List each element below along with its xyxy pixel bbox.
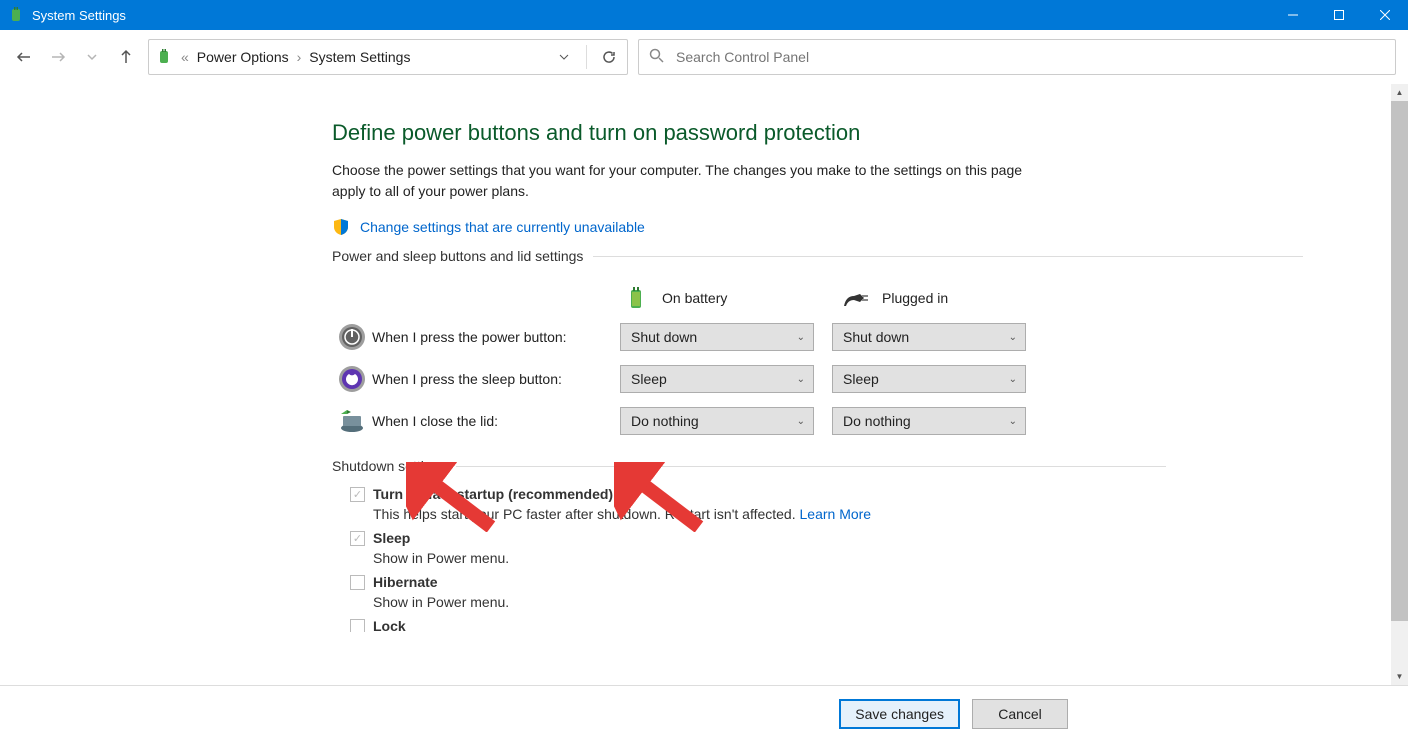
power-button-battery-select[interactable]: Shut down ⌄ bbox=[620, 323, 814, 351]
sleep-sub: Show in Power menu. bbox=[373, 550, 1384, 566]
chevron-right-icon: › bbox=[297, 49, 302, 65]
chevron-down-icon: ⌄ bbox=[1009, 416, 1017, 427]
page-title: Define power buttons and turn on passwor… bbox=[332, 120, 1384, 146]
close-button[interactable] bbox=[1362, 0, 1408, 30]
address-dropdown-icon[interactable] bbox=[552, 45, 576, 69]
vertical-scrollbar[interactable]: ▲ ▼ bbox=[1391, 84, 1408, 685]
change-settings-link[interactable]: Change settings that are currently unava… bbox=[360, 219, 645, 235]
shutdown-section-label: Shutdown settings bbox=[332, 458, 446, 474]
page-description: Choose the power settings that you want … bbox=[332, 160, 1032, 202]
hibernate-sub: Show in Power menu. bbox=[373, 594, 1384, 610]
on-battery-header: On battery bbox=[662, 290, 727, 306]
forward-button[interactable] bbox=[46, 45, 70, 69]
lid-icon bbox=[337, 406, 367, 436]
window-title: System Settings bbox=[32, 8, 126, 23]
plugged-header-icon bbox=[842, 286, 870, 310]
lid-label: When I close the lid: bbox=[372, 413, 620, 429]
lid-plugged-select[interactable]: Do nothing ⌄ bbox=[832, 407, 1026, 435]
sleep-item: ✓ Sleep Show in Power menu. bbox=[350, 530, 1384, 566]
maximize-button[interactable] bbox=[1316, 0, 1362, 30]
nav-toolbar: « Power Options › System Settings bbox=[0, 30, 1408, 84]
address-bar[interactable]: « Power Options › System Settings bbox=[148, 39, 628, 75]
lid-row: When I close the lid: Do nothing ⌄ Do no… bbox=[332, 406, 1384, 436]
sleep-checkbox[interactable]: ✓ bbox=[350, 531, 365, 546]
sleep-button-label: When I press the sleep button: bbox=[372, 371, 620, 387]
lock-label: Lock bbox=[373, 618, 406, 632]
power-section-label: Power and sleep buttons and lid settings bbox=[332, 248, 583, 264]
lock-checkbox[interactable] bbox=[350, 619, 365, 633]
chevron-down-icon: ⌄ bbox=[797, 374, 805, 385]
hibernate-label: Hibernate bbox=[373, 574, 438, 590]
scroll-thumb[interactable] bbox=[1391, 101, 1408, 621]
hibernate-checkbox[interactable] bbox=[350, 575, 365, 590]
search-icon bbox=[649, 48, 664, 66]
back-button[interactable] bbox=[12, 45, 36, 69]
battery-icon bbox=[155, 48, 173, 66]
sleep-label: Sleep bbox=[373, 530, 410, 546]
chevron-down-icon: ⌄ bbox=[1009, 332, 1017, 343]
footer: Save changes Cancel bbox=[0, 685, 1408, 741]
chevron-down-icon: ⌄ bbox=[1009, 374, 1017, 385]
recent-button[interactable] bbox=[80, 45, 104, 69]
search-bar[interactable] bbox=[638, 39, 1396, 75]
learn-more-link[interactable]: Learn More bbox=[800, 506, 872, 522]
lock-item: Lock bbox=[350, 618, 1384, 632]
search-input[interactable] bbox=[674, 48, 1385, 66]
breadcrumb-power-options[interactable]: Power Options bbox=[197, 49, 289, 65]
titlebar: System Settings bbox=[0, 0, 1408, 30]
chevron-down-icon: ⌄ bbox=[797, 416, 805, 427]
power-button-plugged-select[interactable]: Shut down ⌄ bbox=[832, 323, 1026, 351]
minimize-button[interactable] bbox=[1270, 0, 1316, 30]
hibernate-item: Hibernate Show in Power menu. bbox=[350, 574, 1384, 610]
fast-startup-label: Turn on fast startup (recommended) bbox=[373, 486, 613, 502]
lid-battery-select[interactable]: Do nothing ⌄ bbox=[620, 407, 814, 435]
sleep-button-row: When I press the sleep button: Sleep ⌄ S… bbox=[332, 364, 1384, 394]
scroll-up-button[interactable]: ▲ bbox=[1391, 84, 1408, 101]
chevron-down-icon: ⌄ bbox=[797, 332, 805, 343]
breadcrumb-overflow-icon[interactable]: « bbox=[181, 49, 189, 65]
fast-startup-sub: This helps start your PC faster after sh… bbox=[373, 506, 800, 522]
power-button-label: When I press the power button: bbox=[372, 329, 620, 345]
power-button-row: When I press the power button: Shut down… bbox=[332, 322, 1384, 352]
power-button-icon bbox=[337, 322, 367, 352]
content-area: Define power buttons and turn on passwor… bbox=[0, 84, 1408, 685]
save-button[interactable]: Save changes bbox=[839, 699, 960, 729]
cancel-button[interactable]: Cancel bbox=[972, 699, 1068, 729]
shield-icon bbox=[332, 218, 350, 236]
fast-startup-item: ✓ Turn on fast startup (recommended) Thi… bbox=[350, 486, 1384, 522]
up-button[interactable] bbox=[114, 45, 138, 69]
sleep-button-battery-select[interactable]: Sleep ⌄ bbox=[620, 365, 814, 393]
plugged-in-header: Plugged in bbox=[882, 290, 948, 306]
app-icon bbox=[8, 7, 24, 23]
refresh-button[interactable] bbox=[597, 45, 621, 69]
breadcrumb-system-settings[interactable]: System Settings bbox=[309, 49, 410, 65]
scroll-down-button[interactable]: ▼ bbox=[1391, 668, 1408, 685]
sleep-button-icon bbox=[337, 364, 367, 394]
sleep-button-plugged-select[interactable]: Sleep ⌄ bbox=[832, 365, 1026, 393]
fast-startup-checkbox[interactable]: ✓ bbox=[350, 487, 365, 502]
battery-header-icon bbox=[622, 286, 650, 310]
